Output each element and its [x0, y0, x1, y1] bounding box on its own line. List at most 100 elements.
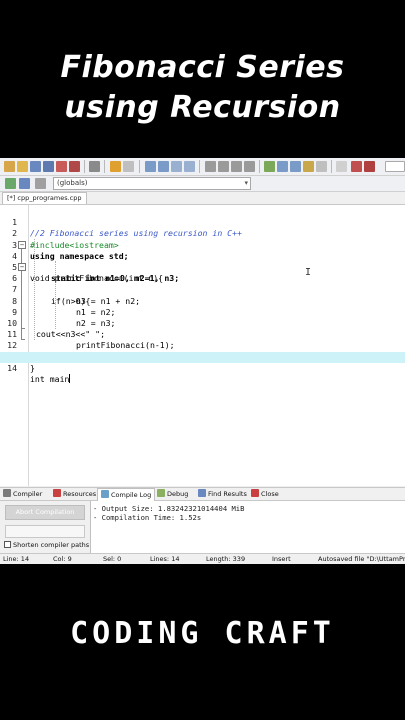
code-line: 5 static int n1=0, n2=1, n3; — [0, 251, 405, 283]
code-line: 7 n3 = n1 + n2; — [0, 273, 405, 305]
profile-icon[interactable] — [351, 161, 362, 172]
new-file-icon[interactable] — [4, 161, 15, 172]
toggle-comment-icon[interactable] — [231, 161, 242, 172]
compile-log-output[interactable]: - Output Size: 1.83242321014404 MiB - Co… — [90, 501, 405, 553]
status-mode: Insert — [272, 555, 291, 563]
compile-icon[interactable] — [264, 161, 275, 172]
code-line: 8 n1 = n2; — [0, 284, 405, 317]
close-icon — [251, 489, 259, 497]
tab-debug-label: Debug — [167, 490, 189, 498]
code-line: 6 − if(n>0){ — [0, 262, 405, 306]
bottom-tabbar: Compiler Resources Compile Log Debug Fin… — [0, 487, 405, 501]
compile-log-panel: Abort Compilation Shorten compiler paths… — [0, 501, 405, 553]
resources-icon — [53, 489, 61, 497]
find-next-icon[interactable] — [171, 161, 182, 172]
compiler-select-icon[interactable] — [385, 161, 405, 172]
code-line: 4 − void printFibonacci(int n){ — [0, 240, 405, 283]
status-autosave: Autosaved file "D:\UttamProj — [318, 555, 405, 563]
code-line: 9 n2 = n3; — [0, 296, 405, 328]
tab-find-results[interactable]: Find Results — [198, 488, 247, 501]
main-toolbar — [0, 158, 405, 176]
brand-banner: CODING CRAFT — [0, 564, 405, 720]
tab-compile-log[interactable]: Compile Log — [97, 488, 156, 501]
tab-debug[interactable]: Debug — [157, 488, 188, 501]
unindent-icon[interactable] — [218, 161, 229, 172]
back-icon[interactable] — [5, 178, 16, 189]
tab-resources-label: Resources — [63, 490, 97, 498]
shorten-paths-label: Shorten compiler paths — [13, 541, 90, 549]
video-title-overlay: Fibonacci Series using Recursion — [0, 0, 405, 158]
close-file-icon[interactable] — [56, 161, 67, 172]
class-browser-icon[interactable] — [35, 178, 46, 189]
status-length: Length: 339 — [206, 555, 246, 563]
goto-line-icon[interactable] — [184, 161, 195, 172]
replace-icon[interactable] — [158, 161, 169, 172]
code-line: 12 } — [0, 329, 405, 361]
code-text: } — [30, 362, 35, 373]
scope-select-value: (globals) — [57, 179, 88, 187]
code-text: int main — [30, 374, 71, 385]
debug-check-icon — [157, 489, 165, 497]
delete-profile-icon[interactable] — [364, 161, 375, 172]
debug-icon[interactable] — [316, 161, 327, 172]
brand-logo-text: CODING CRAFT — [70, 616, 335, 651]
tab-close-label: Close — [261, 490, 279, 498]
save-all-icon[interactable] — [43, 161, 54, 172]
log-line: - Compilation Time: 1.52s — [93, 513, 202, 522]
mouse-ibeam-icon: I — [305, 267, 312, 278]
redo-icon[interactable] — [123, 161, 134, 172]
status-sel: Sel: 0 — [103, 555, 122, 563]
status-bar: Line: 14 Col: 9 Sel: 0 Lines: 14 Length:… — [0, 553, 405, 564]
tab-compiler[interactable]: Compiler — [3, 488, 42, 501]
code-line: 10 cout<<n3<<" "; — [0, 307, 405, 339]
code-line: 2 #include<iostream> — [0, 217, 405, 249]
code-text-value: int main — [30, 374, 70, 384]
run-icon[interactable] — [277, 161, 288, 172]
secondary-toolbar: (globals) ▾ — [0, 176, 405, 192]
title-line-2: using Recursion — [64, 90, 341, 125]
tab-close[interactable]: Close — [251, 488, 279, 501]
shorten-paths-checkbox[interactable] — [4, 541, 11, 548]
scope-select[interactable]: (globals) ▾ — [53, 177, 251, 190]
open-file-icon[interactable] — [17, 161, 28, 172]
indent-icon[interactable] — [205, 161, 216, 172]
code-line: 13 } — [0, 340, 405, 373]
tab-find-results-label: Find Results — [208, 490, 247, 498]
ide-window: (globals) ▾ [*] cpp_programes.cpp 1 //2 … — [0, 158, 405, 564]
code-line: 3 using namespace std; — [0, 228, 405, 261]
fold-toggle-icon[interactable]: − — [18, 240, 26, 249]
find-results-icon — [198, 489, 206, 497]
compile-log-icon — [101, 490, 109, 498]
close-all-icon[interactable] — [69, 161, 80, 172]
tab-cpp-programes[interactable]: [*] cpp_programes.cpp — [2, 192, 87, 204]
rebuild-icon[interactable] — [303, 161, 314, 172]
print-icon[interactable] — [89, 161, 100, 172]
tab-compiler-label: Compiler — [13, 490, 43, 498]
fold-toggle-icon[interactable]: − — [18, 263, 26, 271]
stop-icon[interactable] — [336, 161, 347, 172]
code-line: 11 printFibonacci(n-1); — [0, 318, 405, 350]
shorten-paths-option[interactable]: Shorten compiler paths — [4, 541, 89, 549]
undo-icon[interactable] — [110, 161, 121, 172]
title-line-1: Fibonacci Series — [60, 50, 345, 85]
chevron-down-icon: ▾ — [244, 179, 248, 187]
find-icon[interactable] — [145, 161, 156, 172]
code-editor[interactable]: 1 //2 Fibonacci series using recursion i… — [0, 204, 405, 486]
save-icon[interactable] — [30, 161, 41, 172]
code-line-active: 14 int main — [0, 351, 405, 384]
code-line: 1 //2 Fibonacci series using recursion i… — [0, 206, 405, 238]
status-lines: Lines: 14 — [150, 555, 180, 563]
status-col: Col: 9 — [53, 555, 72, 563]
abort-compilation-button[interactable]: Abort Compilation — [5, 505, 85, 520]
status-line: Line: 14 — [3, 555, 30, 563]
tab-compile-log-label: Compile Log — [111, 491, 152, 499]
compile-progress-bar — [5, 525, 85, 538]
compile-run-icon[interactable] — [290, 161, 301, 172]
editor-tabbar: [*] cpp_programes.cpp — [0, 192, 405, 204]
tab-resources[interactable]: Resources — [53, 488, 96, 501]
log-line: - Output Size: 1.83242321014404 MiB — [93, 504, 245, 513]
bookmark-icon[interactable] — [244, 161, 255, 172]
text-cursor — [69, 374, 71, 383]
forward-icon[interactable] — [19, 178, 30, 189]
line-number: 14 — [7, 362, 17, 373]
